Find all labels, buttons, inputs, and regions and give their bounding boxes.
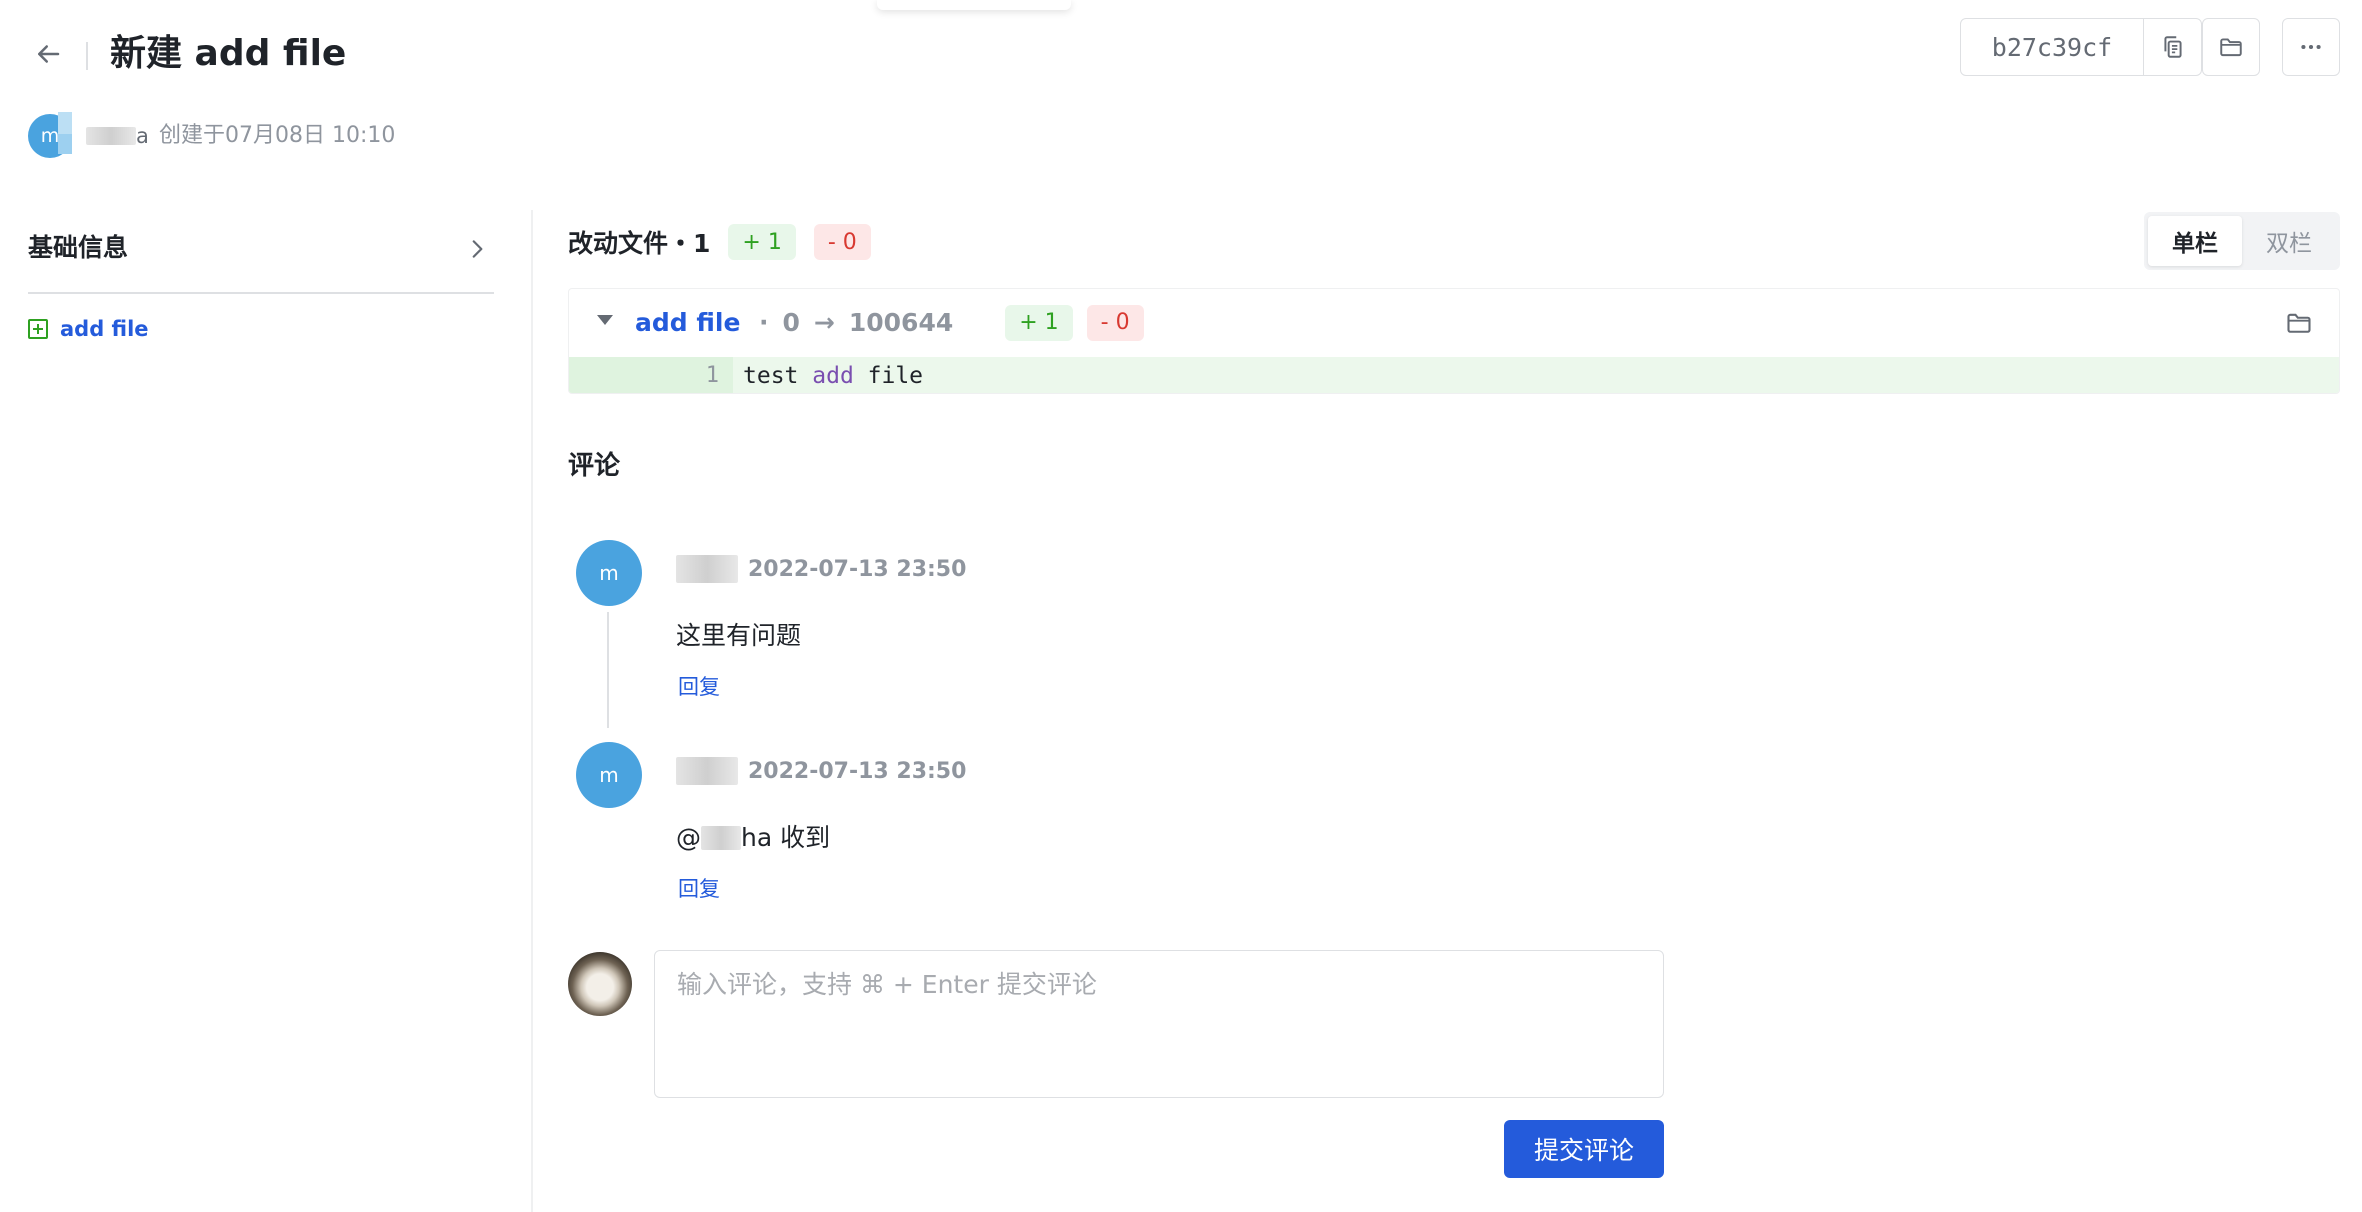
copy-hash-button[interactable] [2144,19,2201,75]
more-button[interactable] [2282,18,2340,76]
comments-title: 评论 [568,451,621,481]
code-token: test [743,363,813,389]
code-token: file [853,363,924,389]
sidebar-file-label: add file [60,317,149,341]
comment-time: 2022-07-13 23:50 [748,556,967,582]
panel-divider [531,210,533,1212]
sidebar-expand-button[interactable] [462,234,492,264]
comment-time: 2022-07-13 23:50 [748,758,967,784]
submit-comment-button[interactable]: 提交评论 [1504,1120,1664,1178]
sidebar-file-item[interactable]: add file [28,314,149,344]
mode-arrow-icon: → [813,308,835,337]
caret-down-icon[interactable] [597,315,613,325]
author-name: a [86,122,149,150]
reply-link[interactable]: 回复 [678,672,720,702]
comment-meta: 2022-07-13 23:50 [676,554,966,584]
back-button[interactable] [28,34,68,74]
name-redaction [676,555,738,583]
copy-icon [2163,36,2182,58]
more-icon [2301,44,2321,50]
view-single-column[interactable]: 单栏 [2148,216,2242,266]
comment-body: @ ha 收到 [676,820,830,856]
diff-removed-badge: - 0 [1086,305,1144,341]
new-mode: 100644 [848,308,954,337]
view-split-column[interactable]: 双栏 [2242,216,2336,266]
changes-header: 改动文件・1 + 1 - 0 [568,224,871,260]
file-added-icon [28,319,48,339]
diff-line: 1 test add file [569,357,2339,393]
chevron-right-icon [472,240,483,258]
mention-redaction [701,826,741,850]
mode-separator: · [759,308,769,337]
open-file-button[interactable] [2283,307,2315,339]
mention-prefix: @ [676,823,701,852]
thread-line [607,612,609,728]
created-at: 创建于07月08日 10:10 [159,123,396,148]
code-keyword: add [812,363,854,389]
diff-file-name[interactable]: add file [635,305,740,341]
diff-file-header: add file · 0 → 100644 + 1 - 0 [569,289,2339,357]
line-number: 1 [569,357,733,393]
sidebar-divider [28,292,494,294]
view-mode-toggle: 单栏 双栏 [2144,212,2340,270]
dropdown-menu-edge [877,0,1071,10]
author-name-suffix: a [136,124,149,148]
line-code: test add file [733,363,923,389]
added-count-badge: + 1 [728,224,796,260]
folder-icon [2287,313,2311,333]
commit-hash-box: b27c39cf [1960,18,2202,76]
folder-icon [2220,38,2242,57]
comment-meta: 2022-07-13 23:50 [676,756,966,786]
comment-avatar: m [576,742,642,808]
arrow-left-icon [38,45,60,63]
diff-added-badge: + 1 [1005,305,1073,341]
commit-hash[interactable]: b27c39cf [1961,19,2144,75]
sidebar-section-title: 基础信息 [28,233,129,262]
diff-file-mode: · 0 → 100644 + 1 - 0 [759,305,1144,341]
page-title: 新建 add file [110,33,347,74]
comment-input[interactable] [654,950,1664,1098]
old-mode: 0 [782,308,800,337]
name-redaction [676,757,738,785]
avatar-redaction [58,134,72,154]
current-user-avatar [568,952,632,1016]
changes-title: 改动文件・1 [568,229,711,258]
comment-text: ha 收到 [741,823,831,852]
removed-count-badge: - 0 [813,224,871,260]
browse-files-button[interactable] [2202,18,2260,76]
reply-link[interactable]: 回复 [678,874,720,904]
avatar-redaction [58,112,72,134]
comment-body: 这里有问题 [676,621,802,650]
diff-file-card: add file · 0 → 100644 + 1 - 0 1 test add… [568,288,2340,394]
comment-avatar: m [576,540,642,606]
name-redaction [86,127,136,145]
title-divider [86,42,88,70]
